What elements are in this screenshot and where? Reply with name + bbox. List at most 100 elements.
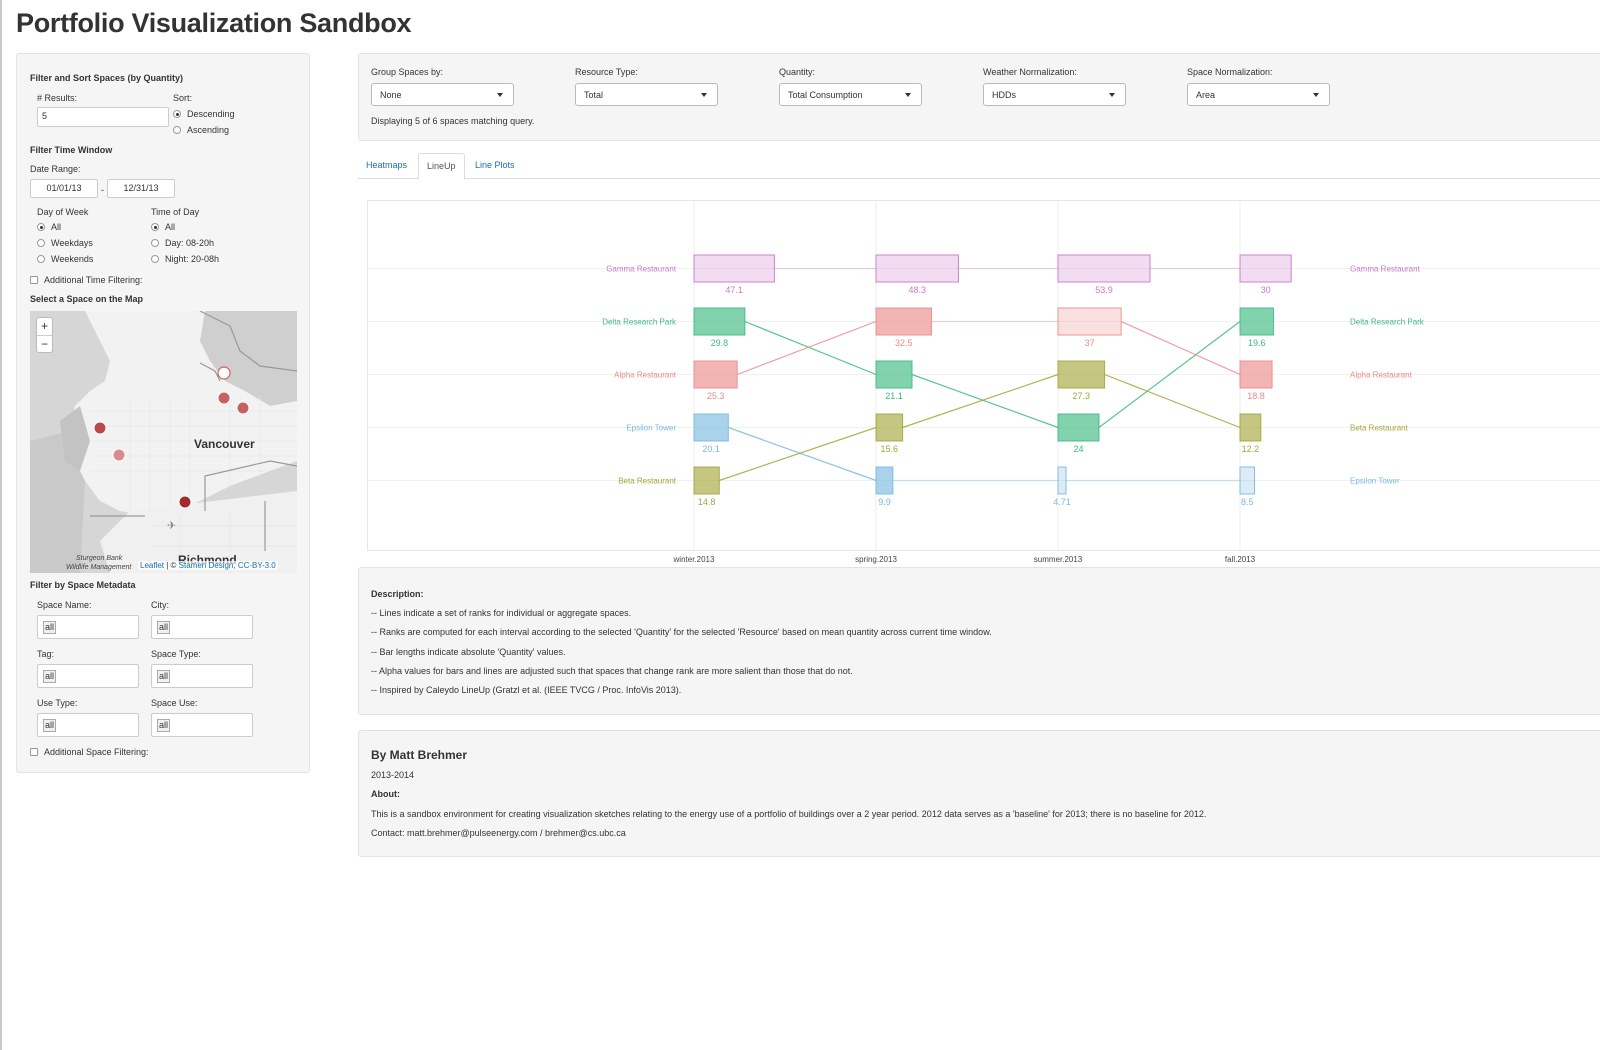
tag-chip[interactable]: all [43, 719, 57, 732]
dow-weekends-radio[interactable]: Weekends [37, 254, 93, 264]
radio-indicator[interactable] [173, 110, 181, 118]
series-label-right: Alpha Restaurant [1350, 371, 1413, 380]
tag-chip[interactable]: all [43, 670, 57, 683]
zoom-in-button[interactable]: + [37, 318, 52, 335]
lineup-bar [875, 254, 959, 283]
series-label-left: Beta Restaurant [618, 477, 677, 486]
bar-value-label: 24 [1073, 444, 1083, 454]
results-input[interactable]: 5 [37, 107, 169, 127]
radio-label: All [51, 222, 62, 232]
dow-all-radio[interactable]: All [37, 222, 61, 232]
description-title: Description: [371, 589, 424, 599]
tab-lineup[interactable]: LineUp [418, 153, 465, 180]
date-end-input[interactable]: 12/31/13 [107, 179, 175, 198]
contact-text: Contact: matt.brehmer@pulseenergy.com / … [371, 828, 626, 838]
svg-text:✈: ✈ [167, 519, 176, 532]
lineup-bar [1057, 413, 1100, 442]
tod-night-radio[interactable]: Night: 20-08h [151, 254, 219, 264]
radio-label: Descending [187, 109, 235, 119]
sort-ascending-radio[interactable]: Ascending [173, 125, 229, 135]
use-type-label: Use Type: [37, 698, 78, 708]
tag-chip[interactable]: all [157, 621, 171, 634]
space-use-label: Space Use: [151, 698, 198, 708]
space-map[interactable]: ✈ Vancouver Richmond Sturgeon Bank Wildl… [30, 311, 297, 573]
space-name-input[interactable]: all [37, 615, 139, 639]
bar-value-label: 25.3 [707, 391, 725, 401]
day-of-week-label: Day of Week [37, 207, 89, 217]
resource-type-control: Resource Type: Total [575, 67, 718, 106]
radio-indicator[interactable] [37, 255, 45, 263]
group-by-select[interactable]: None [371, 83, 514, 106]
checkbox-indicator[interactable] [30, 276, 38, 284]
additional-time-filter-checkbox[interactable]: Additional Time Filtering: [30, 275, 143, 285]
tag-chip[interactable]: all [157, 670, 171, 683]
radio-indicator[interactable] [173, 126, 181, 134]
tab-heatmaps[interactable]: Heatmaps [358, 153, 415, 179]
tag-chip[interactable]: all [43, 621, 57, 634]
tod-day-radio[interactable]: Day: 08-20h [151, 238, 214, 248]
radio-indicator[interactable] [151, 239, 159, 247]
select-value: HDDs [992, 90, 1016, 100]
description-panel: Description: -- Lines indicate a set of … [358, 567, 1600, 715]
caret-down-icon [905, 93, 911, 97]
map-tiles: ✈ [30, 311, 297, 573]
date-range-label: Date Range: [30, 164, 81, 174]
caret-down-icon [701, 93, 707, 97]
radio-indicator[interactable] [151, 255, 159, 263]
group-by-control: Group Spaces by: None [371, 67, 514, 106]
description-line: -- Ranks are computed for each interval … [371, 627, 992, 637]
description-line: -- Alpha values for bars and lines are a… [371, 666, 853, 676]
weather-normalization-select[interactable]: HDDs [983, 83, 1126, 106]
radio-indicator[interactable] [151, 223, 159, 231]
checkbox-label: Additional Space Filtering: [44, 747, 149, 757]
city-input[interactable]: all [151, 615, 253, 639]
about-text: This is a sandbox environment for creati… [371, 809, 1207, 819]
window-edge [0, 0, 2, 1050]
date-start-input[interactable]: 01/01/13 [30, 179, 98, 198]
space-name-label: Space Name: [37, 600, 92, 610]
lineup-bar [1239, 413, 1262, 442]
period-axis-label: fall.2013 [1225, 555, 1256, 564]
checkbox-indicator[interactable] [30, 748, 38, 756]
lineup-chart: 47.1 48.3 53.9 30 29.8 21.1 24 19.6 25.3 32.5 37 18… [367, 200, 1600, 568]
use-type-input[interactable]: all [37, 713, 139, 737]
map-city-label: Vancouver [194, 437, 255, 451]
metadata-title: Filter by Space Metadata [30, 580, 136, 590]
lineup-bar [693, 466, 720, 495]
radio-indicator[interactable] [37, 223, 45, 231]
space-type-input[interactable]: all [151, 664, 253, 688]
lineup-bar [693, 413, 729, 442]
lineup-bar [1057, 254, 1151, 283]
space-normalization-select[interactable]: Area [1187, 83, 1330, 106]
tod-all-radio[interactable]: All [151, 222, 175, 232]
city-label: City: [151, 600, 169, 610]
bar-value-label: 27.3 [1073, 391, 1091, 401]
tag-chip[interactable]: all [157, 719, 171, 732]
dow-weekdays-radio[interactable]: Weekdays [37, 238, 93, 248]
quantity-select[interactable]: Total Consumption [779, 83, 922, 106]
caret-down-icon [1109, 93, 1115, 97]
bar-value-label: 48.3 [908, 285, 926, 295]
space-use-input[interactable]: all [151, 713, 253, 737]
sort-descending-radio[interactable]: Descending [173, 109, 235, 119]
stamen-link[interactable]: Stamen Design, CC-BY-3.0 [179, 561, 276, 570]
lineup-bar [1057, 307, 1122, 336]
tag-input[interactable]: all [37, 664, 139, 688]
query-status: Displaying 5 of 6 spaces matching query. [371, 116, 535, 126]
weather-normalization-label: Weather Normalization: [983, 67, 1077, 77]
leaflet-link[interactable]: Leaflet [140, 561, 164, 570]
quantity-label: Quantity: [779, 67, 816, 77]
bar-value-label: 32.5 [895, 338, 913, 348]
resource-type-select[interactable]: Total [575, 83, 718, 106]
zoom-out-button[interactable]: − [37, 335, 52, 352]
additional-space-filter-checkbox[interactable]: Additional Space Filtering: [30, 747, 149, 757]
select-value: Total [584, 90, 604, 100]
space-type-label: Space Type: [151, 649, 201, 659]
lineup-bar [1057, 360, 1106, 389]
tab-line-plots[interactable]: Line Plots [467, 153, 523, 179]
time-of-day-label: Time of Day [151, 207, 200, 217]
radio-label: Ascending [187, 125, 230, 135]
radio-indicator[interactable] [37, 239, 45, 247]
lineup-bar [693, 307, 746, 336]
series-label-left: Gamma Restaurant [606, 265, 677, 274]
